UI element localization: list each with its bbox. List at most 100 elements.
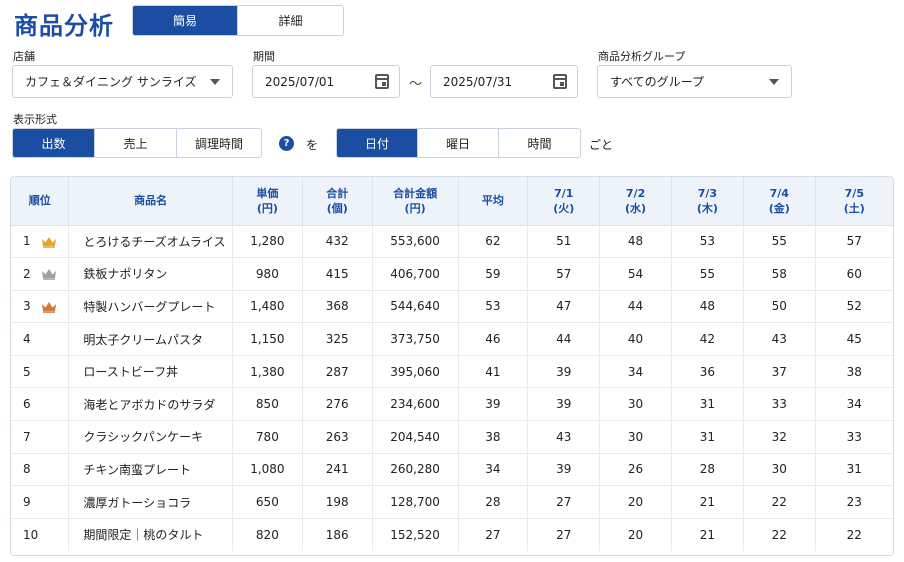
group-select-value: すべてのグループ (610, 75, 704, 89)
rank-number: 4 (23, 332, 31, 347)
daily-count-cell: 43 (527, 420, 601, 454)
daily-count-cell: 30 (743, 453, 816, 487)
daily-count-cell: 55 (671, 257, 744, 291)
daily-count-cell: 39 (527, 387, 601, 422)
daily-count-cell: 53 (671, 225, 744, 259)
suffix-text: ごと (589, 138, 614, 152)
total-count-cell: 263 (302, 420, 373, 454)
page-title: 商品分析 (14, 12, 114, 40)
table-row[interactable]: 2 鉄板ナポリタン 980 415 406,700 59 57 54 55 58 60 (11, 257, 893, 291)
table-row[interactable]: 1 とろけるチーズオムライス 1,280 432 553,600 62 51 48 53 55 57 (11, 225, 893, 259)
table-row[interactable]: 3 特製ハンバーグプレート 1,480 368 544,640 53 47 44 48 50 52 (11, 290, 893, 324)
column-header-label: 順位 (28, 194, 51, 208)
table-row[interactable]: 9 濃厚ガトーショコラ 650 198 128,700 28 27 20 21 22 23 (11, 485, 893, 519)
column-header-label: 平均 (481, 194, 504, 208)
unit-date-button[interactable]: 日付 (337, 129, 418, 157)
column-header[interactable]: 商品名 (68, 177, 233, 226)
format-cook-time-button[interactable]: 調理時間 (177, 129, 261, 157)
table-row[interactable]: 8 チキン南蛮プレート 1,080 241 260,280 34 39 26 28 30 31 (11, 453, 893, 487)
daily-count-cell: 22 (743, 485, 816, 519)
daily-count-cell: 40 (599, 322, 672, 356)
table-row[interactable]: 10 期間限定｜桃のタルト 820 186 152,520 27 27 20 21 22 22 (11, 518, 893, 551)
table-row[interactable]: 6 海老とアボカドのサラダ 850 276 234,600 39 39 30 31 33 34 (11, 387, 893, 422)
unit-price-cell: 650 (232, 485, 303, 519)
table-row[interactable]: 4 明太子クリームパスタ 1,150 325 373,750 46 44 40 42 43 45 (11, 322, 893, 356)
store-select-value: カフェ＆ダイニング サンライズ (25, 75, 197, 89)
column-header[interactable]: 7/3 (木) (671, 177, 744, 226)
average-cell: 34 (458, 453, 529, 487)
start-date-input[interactable]: 2025/07/01 (252, 65, 400, 98)
gold-crown-icon (41, 236, 57, 248)
column-header[interactable]: 順位 (11, 177, 70, 226)
view-mode-simple-button[interactable]: 簡易 (133, 6, 238, 35)
daily-count-cell: 57 (527, 257, 601, 291)
table-row[interactable]: 5 ローストビーフ丼 1,380 287 395,060 41 39 34 36 37 38 (11, 355, 893, 389)
column-header-label: (火) (553, 201, 575, 215)
daily-count-cell: 45 (815, 322, 893, 356)
daily-count-cell: 28 (671, 453, 744, 487)
daily-count-cell: 31 (671, 387, 744, 422)
daily-count-cell: 22 (743, 518, 816, 551)
daily-count-cell: 37 (743, 355, 816, 389)
store-select[interactable]: カフェ＆ダイニング サンライズ (12, 65, 233, 98)
total-amount-cell: 128,700 (372, 485, 459, 519)
rank-number: 6 (23, 397, 31, 412)
daily-count-cell: 60 (815, 257, 893, 291)
column-header[interactable]: 7/5 (土) (815, 177, 893, 226)
rank-number: 9 (23, 495, 31, 510)
group-select[interactable]: すべてのグループ (597, 65, 792, 98)
daily-count-cell: 39 (527, 355, 601, 389)
start-date-value: 2025/07/01 (265, 74, 335, 89)
daily-count-cell: 54 (599, 257, 672, 291)
rank-cell: 4 (11, 322, 70, 356)
column-header-label: 単価 (256, 186, 279, 200)
daily-count-cell: 39 (527, 453, 601, 487)
column-header[interactable]: 7/2 (水) (599, 177, 672, 226)
column-header-label: (木) (696, 201, 718, 215)
unit-hour-button[interactable]: 時間 (499, 129, 580, 157)
column-header[interactable]: 7/4 (金) (743, 177, 816, 226)
table-row[interactable]: 7 クラシックパンケーキ 780 263 204,540 38 43 30 31 32 33 (11, 420, 893, 454)
column-header[interactable]: 単価 (円) (232, 177, 303, 226)
daily-count-cell: 33 (743, 387, 816, 422)
format-count-button[interactable]: 出数 (13, 129, 95, 157)
column-header-label: 7/5 (844, 186, 864, 200)
rank-number: 5 (23, 364, 31, 379)
daily-count-cell: 58 (743, 257, 816, 291)
total-amount-cell: 204,540 (372, 420, 459, 454)
daily-count-cell: 36 (671, 355, 744, 389)
unit-price-cell: 980 (232, 257, 303, 291)
column-header[interactable]: 合計 (個) (302, 177, 373, 226)
calendar-icon[interactable] (553, 74, 567, 89)
average-cell: 59 (458, 257, 529, 291)
column-header[interactable]: 平均 (458, 177, 529, 226)
column-header-label: 7/3 (697, 186, 718, 200)
daily-count-cell: 20 (599, 518, 672, 551)
column-header[interactable]: 7/1 (火) (527, 177, 601, 226)
end-date-input[interactable]: 2025/07/31 (430, 65, 578, 98)
unit-weekday-button[interactable]: 曜日 (418, 129, 499, 157)
period-label: 期間 (253, 50, 275, 63)
daily-count-cell: 27 (527, 485, 601, 519)
daily-count-cell: 23 (815, 485, 893, 519)
view-mode-detail-button[interactable]: 詳細 (238, 6, 343, 35)
rank-cell: 9 (11, 485, 70, 519)
column-header-label: 7/2 (625, 186, 646, 200)
column-header-label: 7/1 (554, 186, 574, 200)
help-icon[interactable]: ? (279, 136, 294, 151)
column-header-label: (円) (404, 201, 426, 215)
daily-count-cell: 27 (527, 518, 601, 551)
daily-count-cell: 21 (671, 518, 744, 551)
column-header[interactable]: 合計金額 (円) (372, 177, 459, 226)
calendar-icon[interactable] (375, 74, 389, 89)
rank-number: 1 (23, 234, 31, 249)
table-header-row: 順位 商品名 単価 (円) 合計 (個) 合計金額 (円) 平均 7/1 (火) 7/2 (水) 7/3(… (11, 177, 893, 226)
average-cell: 28 (458, 485, 529, 519)
daily-count-cell: 50 (743, 290, 816, 324)
unit-price-cell: 820 (232, 518, 303, 551)
format-sales-button[interactable]: 売上 (95, 129, 177, 157)
unit-price-cell: 1,280 (232, 225, 303, 259)
column-header-label: 商品名 (134, 194, 168, 208)
product-name-cell: とろけるチーズオムライス (68, 225, 233, 259)
rank-number: 7 (23, 429, 31, 444)
